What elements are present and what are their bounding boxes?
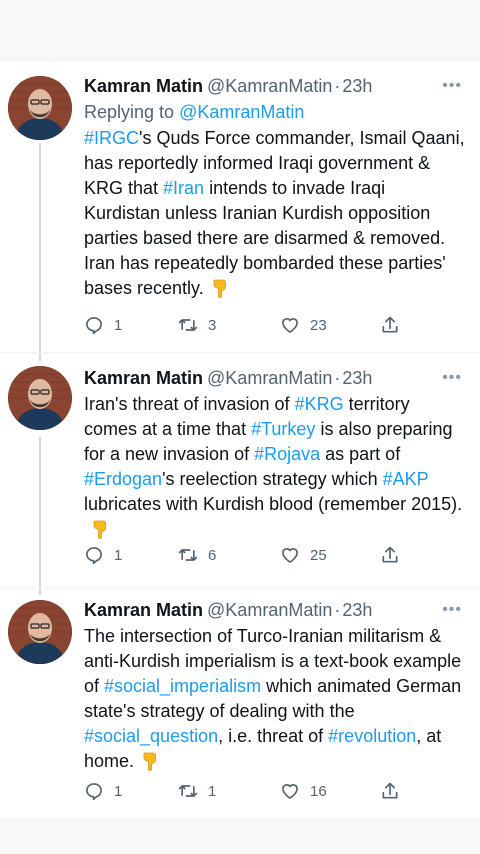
separator: ·	[334, 76, 341, 96]
backhand-index-pointing-down-icon	[213, 279, 226, 298]
like-button[interactable]: 25	[280, 543, 327, 567]
like-count: 16	[310, 782, 327, 800]
more-icon[interactable]: •••	[442, 597, 462, 623]
display-name[interactable]: Kamran Matin	[84, 600, 203, 620]
hashtag-link[interactable]: #revolution	[328, 726, 416, 746]
reply-button[interactable]: 1	[84, 543, 122, 567]
tweet-actions: 1 6 25	[84, 543, 414, 567]
top-divider	[0, 60, 480, 61]
retweet-count: 6	[208, 546, 217, 564]
user-handle[interactable]: @KamranMatin	[207, 600, 332, 620]
hashtag-link[interactable]: #social_question	[84, 726, 218, 746]
tweet-text-segment: as part of	[320, 444, 401, 464]
tweet-text-segment: lubricates with Kurdish blood (remember …	[84, 494, 463, 514]
tweet[interactable]: Kamran Matin @KamranMatin · 23h ••• The int…	[0, 597, 480, 812]
replying-to: Replying to @KamranMatin	[84, 99, 466, 125]
tweet-text-segment: , i.e. threat of	[218, 726, 329, 746]
like-icon	[282, 784, 298, 799]
avatar[interactable]	[8, 76, 72, 140]
tweet-divider	[0, 588, 480, 589]
tweet-text-segment: Iran's threat of invasion of	[84, 394, 295, 414]
share-button[interactable]	[380, 313, 400, 337]
retweet-button[interactable]: 3	[178, 313, 216, 337]
display-name[interactable]: Kamran Matin	[84, 76, 203, 96]
reply-button[interactable]: 1	[84, 779, 122, 803]
like-count: 23	[310, 316, 327, 334]
user-handle[interactable]: @KamranMatin	[207, 76, 332, 96]
retweet-button[interactable]: 6	[178, 543, 216, 567]
reply-icon	[86, 783, 102, 801]
hashtag-link[interactable]: #Rojava	[254, 444, 320, 464]
tweet-actions: 1 3 23	[84, 313, 414, 337]
timestamp[interactable]: 23h	[342, 600, 372, 620]
timestamp[interactable]: 23h	[342, 368, 372, 388]
avatar[interactable]	[8, 366, 72, 430]
tweet-text: The intersection of Turco-Iranian milita…	[84, 624, 466, 774]
hashtag-link[interactable]: #IRGC	[84, 128, 139, 148]
tweet-header: Kamran Matin @KamranMatin · 23h •••	[84, 597, 466, 623]
tweet[interactable]: Kamran Matin @KamranMatin · 23h ••• Replyin…	[0, 73, 480, 343]
tweet-text: Iran's threat of invasion of #KRG territ…	[84, 392, 466, 542]
share-icon	[382, 782, 398, 799]
share-icon	[382, 546, 398, 563]
reply-count: 1	[114, 782, 123, 800]
avatar-image	[8, 600, 72, 664]
retweet-count: 3	[208, 316, 217, 334]
user-handle[interactable]: @KamranMatin	[207, 368, 332, 388]
like-count: 25	[310, 546, 327, 564]
timestamp[interactable]: 23h	[342, 76, 372, 96]
backhand-index-pointing-down-icon	[93, 520, 106, 539]
reply-count: 1	[114, 316, 123, 334]
top-band	[0, 0, 480, 60]
retweet-button[interactable]: 1	[178, 779, 216, 803]
hashtag-link[interactable]: #Erdogan	[84, 469, 162, 489]
like-button[interactable]: 16	[280, 779, 327, 803]
avatar-image	[8, 366, 72, 430]
more-icon[interactable]: •••	[442, 365, 462, 391]
retweet-icon	[178, 549, 198, 561]
retweet-icon	[178, 785, 198, 797]
retweet-count: 1	[208, 782, 217, 800]
tweet-text-segment: 's reelection strategy which	[162, 469, 383, 489]
reply-icon	[86, 317, 102, 335]
hashtag-link[interactable]: #KRG	[295, 394, 344, 414]
replying-to-handle[interactable]: @KamranMatin	[179, 102, 304, 122]
separator: ·	[334, 600, 341, 620]
hashtag-link[interactable]: #social_imperialism	[104, 676, 261, 696]
separator: ·	[334, 368, 341, 388]
hashtag-link[interactable]: #Turkey	[251, 419, 315, 439]
hashtag-link[interactable]: #Iran	[163, 178, 204, 198]
like-icon	[282, 548, 298, 563]
reply-count: 1	[114, 546, 123, 564]
avatar-image	[8, 76, 72, 140]
retweet-icon	[178, 319, 198, 331]
tweet[interactable]: Kamran Matin @KamranMatin · 23h ••• Iran's …	[0, 365, 480, 585]
display-name[interactable]: Kamran Matin	[84, 368, 203, 388]
tweet-header: Kamran Matin @KamranMatin · 23h •••	[84, 73, 466, 99]
tweet-text: #IRGC's Quds Force commander, Ismail Qaa…	[84, 126, 466, 301]
tweet-divider	[0, 352, 480, 353]
share-button[interactable]	[380, 543, 400, 567]
replying-to-label: Replying to	[84, 102, 175, 122]
more-icon[interactable]: •••	[442, 73, 462, 99]
tweet-header: Kamran Matin @KamranMatin · 23h •••	[84, 365, 466, 391]
like-icon	[282, 318, 298, 333]
reply-icon	[86, 547, 102, 565]
hashtag-link[interactable]: #AKP	[383, 469, 429, 489]
bottom-band	[0, 818, 480, 854]
avatar[interactable]	[8, 600, 72, 664]
share-button[interactable]	[380, 779, 400, 803]
backhand-index-pointing-down-icon	[143, 752, 156, 771]
like-button[interactable]: 23	[280, 313, 327, 337]
reply-button[interactable]: 1	[84, 313, 122, 337]
share-icon	[382, 316, 398, 333]
tweet-actions: 1 1 16	[84, 779, 414, 803]
